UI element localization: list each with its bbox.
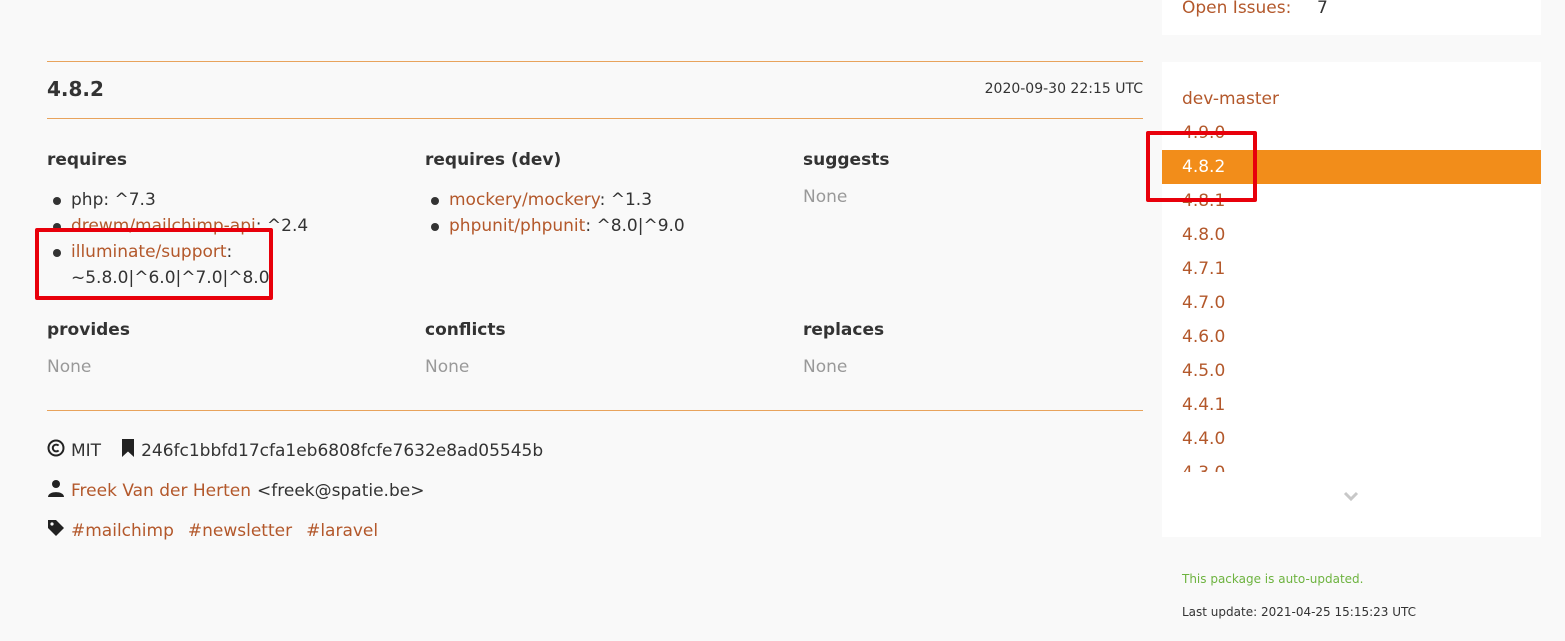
conflicts-none: None	[425, 357, 470, 377]
requires-dev-section: requires (dev) mockery/mockery: ^1.3 php…	[425, 150, 785, 239]
version-item[interactable]: 4.6.0	[1162, 320, 1541, 354]
version-date: 2020-09-30 22:15 UTC	[984, 81, 1143, 97]
package-constraint: : ^8.0|^9.0	[585, 216, 685, 236]
auto-updated-notice: This package is auto-updated.	[1182, 572, 1364, 586]
version-item[interactable]: 4.3.0	[1162, 456, 1541, 472]
package-link-mockery[interactable]: mockery/mockery	[449, 190, 600, 210]
open-issues-link[interactable]: Open Issues:	[1182, 0, 1291, 18]
package-stats-box: Open Issues: 7	[1162, 0, 1541, 35]
conflicts-heading: conflicts	[425, 320, 506, 340]
package-name: php	[71, 190, 104, 210]
user-icon	[47, 479, 65, 502]
requires-heading: requires	[47, 150, 128, 170]
version-item[interactable]: 4.4.0	[1162, 422, 1541, 456]
version-item[interactable]: dev-master	[1162, 82, 1541, 116]
package-constraint: : ^7.3	[103, 190, 156, 210]
suggests-heading: suggests	[803, 150, 890, 170]
author-row: Freek Van der Herten <freek@spatie.be>	[47, 479, 424, 502]
bullet-icon	[431, 197, 439, 205]
provides-heading: provides	[47, 320, 130, 340]
package-link-phpunit[interactable]: phpunit/phpunit	[449, 216, 585, 236]
conflicts-section: conflicts None	[425, 320, 785, 377]
suggests-section: suggests None	[803, 150, 1163, 207]
tag-mailchimp[interactable]: #mailchimp	[71, 521, 174, 541]
replaces-heading: replaces	[803, 320, 885, 340]
open-issues-count: 7	[1317, 0, 1328, 18]
requires-dev-heading: requires (dev)	[425, 150, 562, 170]
license-commit-row: MIT 246fc1bbfd17cfa1eb6808fcfe7632e8ad05…	[47, 439, 543, 462]
package-version-details: 4.8.2 2020-09-30 22:15 UTC requires php:…	[47, 0, 1143, 641]
version-item[interactable]: 4.4.1	[1162, 388, 1541, 422]
package-constraint: : ^1.3	[599, 190, 653, 210]
copyright-icon	[47, 439, 65, 462]
tag-icon	[47, 519, 65, 542]
list-item: php: ^7.3	[47, 187, 407, 213]
version-item[interactable]: 4.7.0	[1162, 286, 1541, 320]
version-title: 4.8.2	[47, 77, 104, 101]
chevron-down-icon[interactable]	[1342, 487, 1360, 505]
requires-dev-list: mockery/mockery: ^1.3 phpunit/phpunit: ^…	[425, 187, 785, 239]
version-item[interactable]: 4.7.1	[1162, 252, 1541, 286]
replaces-none: None	[803, 357, 848, 377]
divider	[47, 118, 1143, 119]
tag-newsletter[interactable]: #newsletter	[188, 521, 292, 541]
replaces-section: replaces None	[803, 320, 1163, 377]
version-item[interactable]: 4.5.0	[1162, 354, 1541, 388]
tag-laravel[interactable]: #laravel	[306, 521, 378, 541]
bullet-icon	[431, 223, 439, 231]
license-text: MIT	[71, 440, 102, 461]
author-link[interactable]: Freek Van der Herten	[71, 481, 251, 501]
bullet-icon	[53, 197, 61, 205]
version-item[interactable]: 4.8.0	[1162, 218, 1541, 252]
divider	[47, 410, 1143, 411]
tags-row: #mailchimp #newsletter #laravel	[47, 519, 392, 542]
provides-section: provides None	[47, 320, 407, 377]
provides-none: None	[47, 357, 92, 377]
highlight-box	[1146, 131, 1257, 202]
suggests-none: None	[803, 187, 848, 207]
list-item: mockery/mockery: ^1.3	[425, 187, 785, 213]
list-item: phpunit/phpunit: ^8.0|^9.0	[425, 213, 785, 239]
bookmark-icon	[121, 439, 135, 462]
last-update: Last update: 2021-04-25 15:15:23 UTC	[1182, 605, 1416, 619]
commit-hash: 246fc1bbfd17cfa1eb6808fcfe7632e8ad05545b	[141, 440, 544, 461]
author-email: <freek@spatie.be>	[257, 480, 425, 501]
divider	[47, 61, 1143, 62]
highlight-box	[35, 228, 273, 300]
